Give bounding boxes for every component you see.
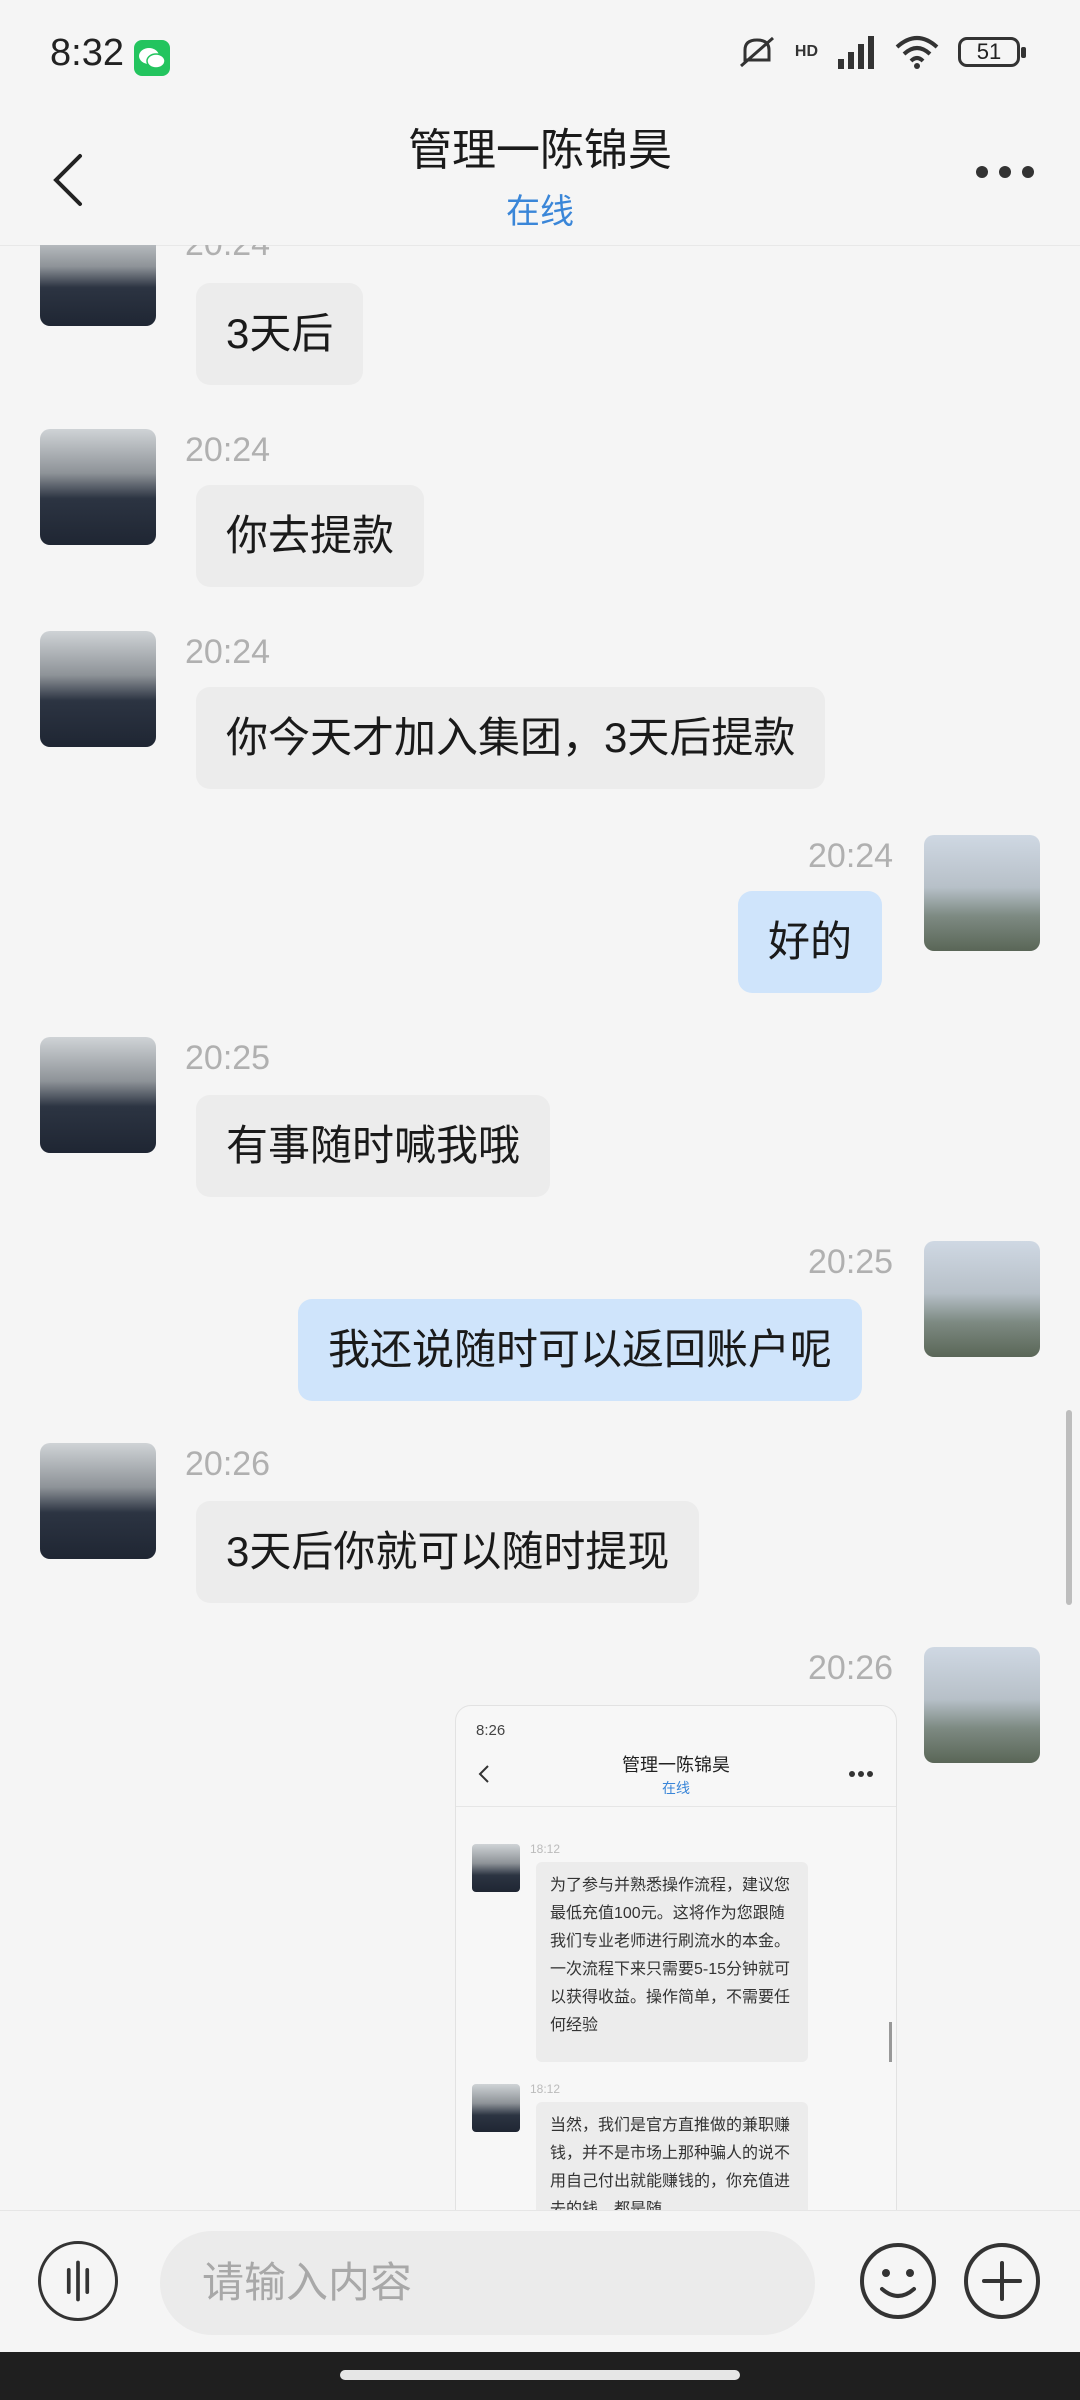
avatar[interactable] [40, 429, 156, 545]
input-bar: 请输入内容 [0, 2210, 1080, 2353]
shot-bubble: 为了参与并熟悉操作流程，建议您最低充值100元。这将作为您跟随我们专业老师进行刷… [536, 1862, 808, 2062]
avatar[interactable] [924, 1647, 1040, 1763]
message-time: 20:24 [185, 245, 270, 264]
message-time: 20:25 [808, 1243, 894, 1281]
message-time: 20:26 [808, 1649, 894, 1687]
shot-avatar [472, 1844, 520, 1892]
avatar[interactable] [924, 835, 1040, 951]
shot-more-icon [849, 1771, 873, 1777]
status-icons: HD 51 [737, 34, 1026, 70]
shot-avatar [472, 2084, 520, 2132]
message-input[interactable]: 请输入内容 [160, 2231, 815, 2335]
message-bubble[interactable]: 3天后你就可以随时提现 [196, 1501, 700, 1603]
message-time: 20:24 [185, 633, 271, 671]
shot-status: 在线 [662, 1780, 690, 1796]
network-type: HD [794, 43, 818, 60]
status-time: 8:32 [50, 32, 124, 74]
chat-header: 管理一陈锦昊 在线 [0, 110, 1080, 246]
avatar[interactable] [40, 631, 156, 747]
message-bubble[interactable]: 有事随时喊我哦 [196, 1095, 551, 1197]
message-time: 20:24 [185, 431, 271, 469]
message-bubble[interactable]: 好的 [738, 891, 883, 993]
wifi-icon [895, 36, 939, 69]
voice-icon[interactable] [38, 2241, 118, 2321]
shot-scrollbar [889, 2022, 892, 2062]
avatar[interactable] [40, 1037, 156, 1153]
chat-title: 管理一陈锦昊 [408, 126, 672, 175]
signal-icon [838, 36, 874, 69]
shot-status-time: 8:26 [476, 1722, 506, 1739]
message-time: 20:26 [185, 1445, 271, 1483]
shot-time: 18:12 [530, 2082, 561, 2096]
message-list[interactable]: 20:24 3天后 20:24 你去提款 20:24 你今天才加入集团，3天后提… [0, 245, 1080, 2210]
battery-indicator: 51 [958, 37, 1026, 67]
image-message[interactable]: 8:26 管理一陈锦昊 在线 18:12 为了参与并熟悉操作流程，建议您最低充值… [455, 1705, 897, 2210]
plus-icon[interactable] [962, 2241, 1042, 2321]
message-bubble[interactable]: 你今天才加入集团，3天后提款 [196, 687, 826, 789]
message-bubble[interactable]: 你去提款 [196, 485, 425, 587]
home-handle[interactable] [340, 2370, 740, 2380]
message-time: 20:24 [808, 837, 894, 875]
mute-icon [739, 36, 774, 68]
scrollbar[interactable] [1066, 1410, 1072, 1605]
avatar[interactable] [40, 1443, 156, 1559]
shot-title: 管理一陈锦昊 [622, 1755, 730, 1775]
message-bubble[interactable]: 我还说随时可以返回账户呢 [298, 1299, 863, 1401]
emoji-icon[interactable] [858, 2241, 938, 2321]
shot-time: 18:12 [530, 1842, 561, 1856]
shot-bubble: 当然，我们是官方直推做的兼职赚钱，并不是市场上那种骗人的说不用自己付出就能赚钱的… [536, 2102, 808, 2210]
wechat-icon [134, 40, 170, 76]
more-icon[interactable] [970, 152, 1040, 192]
message-time: 20:25 [185, 1039, 271, 1077]
message-bubble[interactable]: 3天后 [196, 283, 364, 385]
online-status: 在线 [506, 193, 574, 231]
avatar[interactable] [924, 1241, 1040, 1357]
avatar[interactable] [40, 245, 156, 326]
status-bar: 8:32 HD 51 [0, 0, 1080, 110]
system-nav-bar [0, 2352, 1080, 2400]
